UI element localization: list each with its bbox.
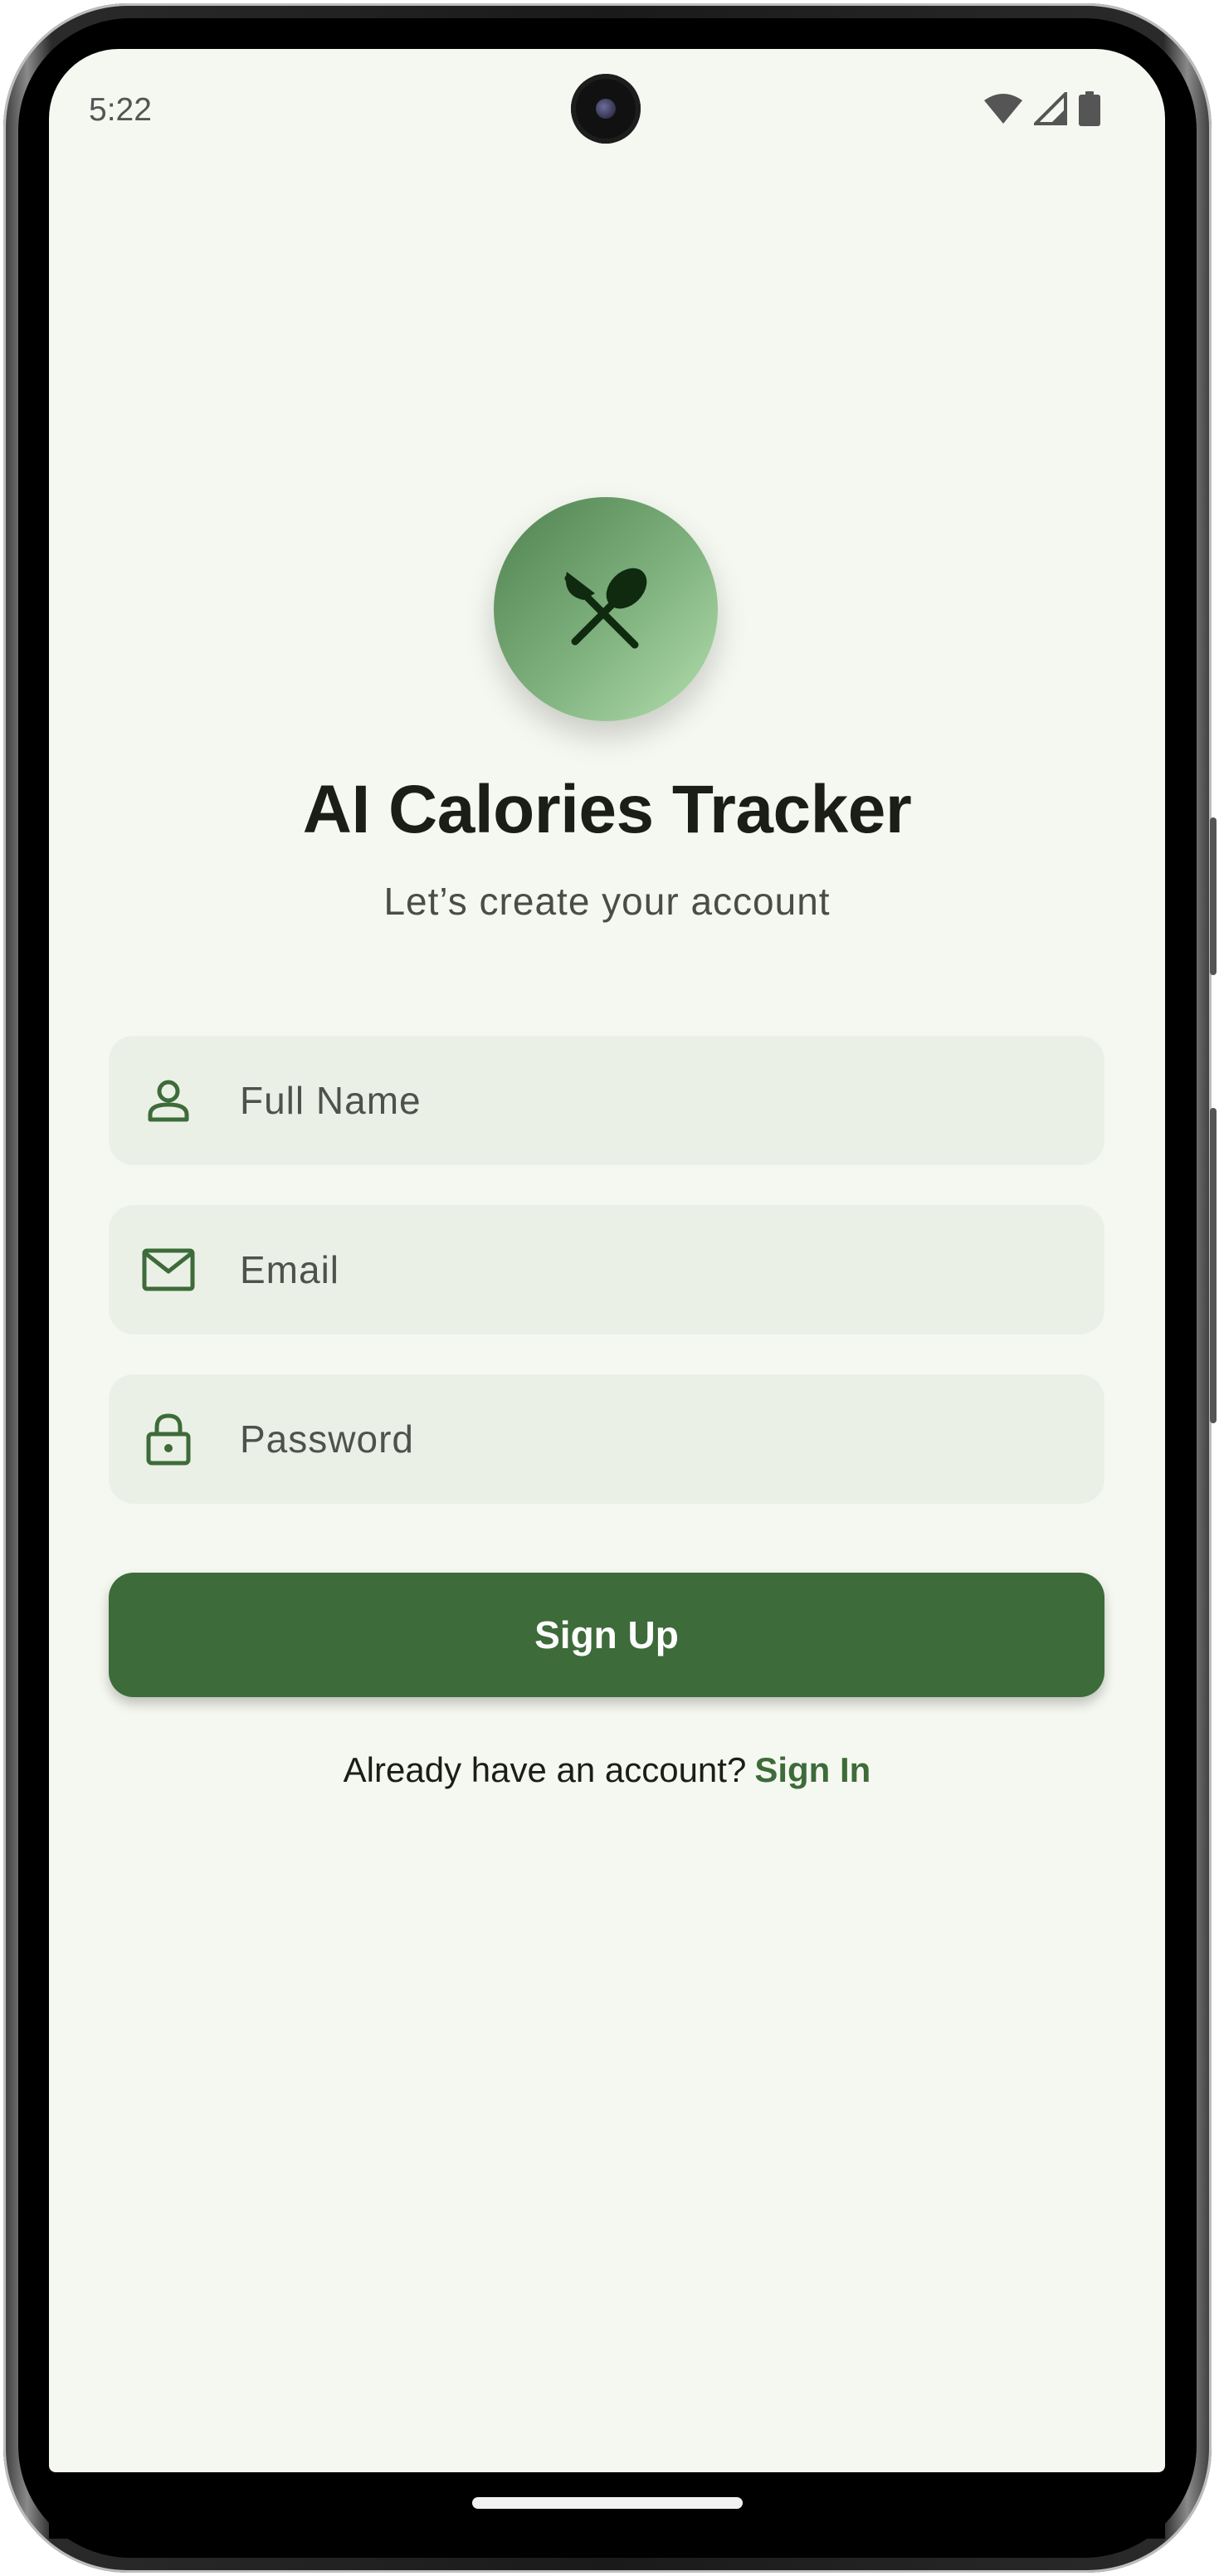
front-camera bbox=[571, 74, 641, 144]
navigation-bar bbox=[49, 2472, 1165, 2539]
password-field[interactable] bbox=[109, 1374, 1104, 1504]
person-icon bbox=[142, 1074, 195, 1127]
volume-button bbox=[1210, 817, 1217, 975]
lock-icon bbox=[142, 1412, 195, 1466]
app-logo bbox=[494, 497, 718, 721]
app-screen: 5:22 AI Calories Tracker Let’s create yo… bbox=[49, 49, 1165, 2472]
password-input[interactable] bbox=[238, 1416, 988, 1462]
full-name-input[interactable] bbox=[238, 1077, 988, 1124]
email-input[interactable] bbox=[238, 1247, 988, 1293]
fork-spoon-icon bbox=[560, 562, 651, 657]
battery-icon bbox=[1079, 90, 1100, 130]
sign-in-prompt-text: Already have an account? bbox=[343, 1750, 747, 1789]
full-name-field[interactable] bbox=[109, 1036, 1104, 1165]
wifi-icon bbox=[984, 92, 1022, 129]
sign-in-link[interactable]: Sign In bbox=[754, 1750, 870, 1789]
power-button bbox=[1210, 1108, 1217, 1423]
app-title: AI Calories Tracker bbox=[302, 772, 912, 847]
sign-up-button[interactable]: Sign Up bbox=[109, 1573, 1104, 1697]
status-icons bbox=[984, 89, 1100, 130]
email-field[interactable] bbox=[109, 1205, 1104, 1334]
page-subtitle: Let’s create your account bbox=[383, 880, 831, 923]
status-time: 5:22 bbox=[89, 92, 152, 128]
sign-in-prompt: Already have an account? Sign In bbox=[49, 1750, 1165, 1790]
cellular-signal-icon bbox=[1031, 89, 1067, 129]
mail-icon bbox=[142, 1243, 195, 1296]
home-gesture-handle[interactable] bbox=[472, 2497, 743, 2509]
